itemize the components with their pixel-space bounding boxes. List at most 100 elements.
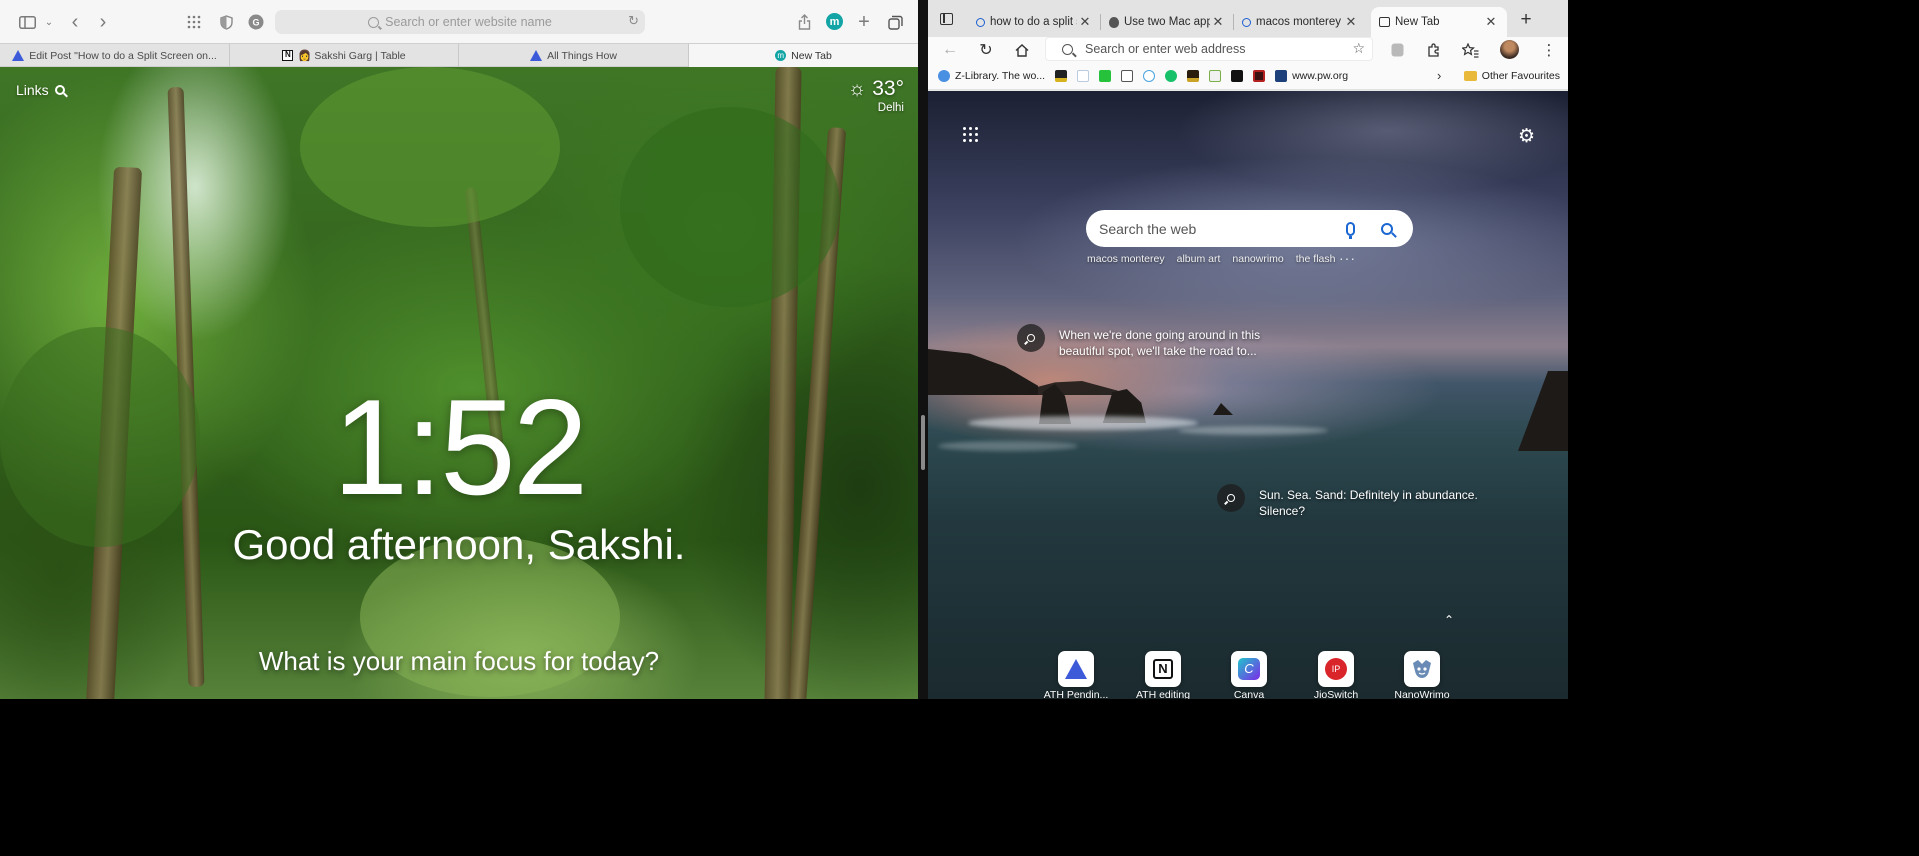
safari-tab-active[interactable]: m New Tab [689, 44, 918, 67]
surf [968, 416, 1198, 430]
close-tab-icon[interactable]: ✕ [1210, 14, 1226, 30]
notion-icon: N [1153, 659, 1173, 679]
bookmark-item[interactable] [1165, 69, 1178, 82]
bookmark-item[interactable] [1253, 69, 1266, 82]
home-icon[interactable] [1012, 39, 1032, 61]
split-view-divider[interactable] [918, 0, 928, 699]
bookmark-item[interactable]: Z-Library. The wo... [938, 69, 1046, 82]
trending-item[interactable]: macos monterey [1087, 253, 1165, 265]
tab-label: Edit Post "How to do a Split Screen on..… [29, 49, 217, 62]
image-hotspot[interactable]: When we're done going around in this bea… [1017, 324, 1260, 359]
close-tab-icon[interactable]: ✕ [1077, 14, 1093, 30]
search-favicon-icon [1242, 17, 1251, 27]
bookmark-item[interactable] [1121, 69, 1134, 82]
refresh-icon[interactable]: ↻ [976, 39, 996, 61]
more-trending-icon[interactable]: ··· [1339, 250, 1356, 266]
trending-item[interactable]: the flash [1296, 253, 1336, 265]
back-arrow-icon[interactable]: ← [940, 39, 960, 61]
reading-mode-icon[interactable] [1388, 39, 1406, 61]
bookmark-favicon-icon [1209, 69, 1222, 82]
profile-avatar[interactable] [1500, 40, 1519, 59]
bookmark-item[interactable]: www.pw.org [1275, 69, 1349, 82]
search-icon [368, 16, 380, 28]
bookmark-label: Z-Library. The wo... [955, 69, 1046, 82]
web-search-box[interactable]: Search the web [1086, 210, 1413, 247]
other-favourites[interactable]: Other Favourites [1463, 62, 1560, 90]
bookmark-favicon-icon [1055, 69, 1068, 82]
quick-link-ath-editing[interactable]: N [1145, 651, 1181, 687]
edge-address-bar[interactable]: Search or enter web address ☆ [1045, 37, 1373, 61]
close-tab-icon[interactable]: ✕ [1483, 14, 1499, 30]
bookmark-label: www.pw.org [1292, 69, 1349, 82]
edge-tab[interactable]: how to do a split s ✕ [968, 7, 1101, 37]
extensions-icon[interactable] [1424, 39, 1442, 61]
gear-icon[interactable]: ⚙ [1518, 125, 1535, 148]
weather-widget[interactable]: ☼ 33° Delhi [848, 77, 904, 114]
focus-prompt[interactable]: What is your main focus for today? [0, 646, 918, 677]
apple-favicon-icon [1109, 16, 1119, 28]
bookmark-item[interactable] [1231, 69, 1244, 82]
bookmark-item[interactable] [1187, 69, 1200, 82]
search-icon[interactable] [1381, 222, 1393, 235]
document-favicon-icon [1121, 69, 1134, 82]
favourites-icon[interactable] [1461, 39, 1479, 61]
tab-actions-icon[interactable] [940, 13, 953, 25]
image-hotspot[interactable]: Sun. Sea. Sand: Definitely in abundance.… [1217, 484, 1478, 519]
more-menu-icon[interactable]: ⋮ [1540, 39, 1558, 61]
surf [1178, 426, 1328, 435]
quick-link-nanowrimo[interactable] [1404, 651, 1440, 687]
close-tab-icon[interactable]: ✕ [1343, 14, 1359, 30]
bookmark-favicon-icon [1187, 69, 1200, 82]
edge-tab-bar: how to do a split s ✕ Use two Mac apps ✕… [928, 0, 1568, 37]
edge-tab[interactable]: Use two Mac apps ✕ [1101, 7, 1234, 37]
microphone-icon[interactable] [1346, 221, 1355, 239]
notion-favicon-icon [1231, 69, 1244, 82]
safari-tab[interactable]: All Things How [459, 44, 689, 67]
extension-icon[interactable]: G [247, 11, 265, 33]
chevron-down-icon[interactable]: ⌄ [42, 11, 56, 33]
search-icon[interactable] [54, 85, 65, 95]
trending-item[interactable]: nanowrimo [1232, 253, 1283, 265]
grid-icon[interactable] [185, 11, 203, 33]
trending-item[interactable]: album art [1177, 253, 1221, 265]
quick-link-canva[interactable]: C [1231, 651, 1267, 687]
links-button[interactable]: Links [16, 82, 65, 98]
quick-link-jioswitch[interactable]: IP [1318, 651, 1354, 687]
shield-icon[interactable] [217, 11, 235, 33]
sun-icon: ☼ [847, 77, 867, 100]
bookmark-item[interactable] [1209, 69, 1222, 82]
safari-tab-bar: Edit Post "How to do a Split Screen on..… [0, 43, 918, 67]
edge-tab[interactable]: macos monterey ✕ [1234, 7, 1367, 37]
edge-tab-active[interactable]: New Tab ✕ [1371, 7, 1507, 37]
bookmark-item[interactable] [1099, 69, 1112, 82]
surf [938, 441, 1078, 451]
back-icon[interactable]: ‹ [66, 11, 84, 33]
safari-toolbar: ⌄ ‹ › G Search or enter website name ↻ m… [0, 0, 918, 43]
safari-tab[interactable]: N 👩 Sakshi Garg | Table [230, 44, 459, 67]
hotspot-line: Sun. Sea. Sand: Definitely in abundance. [1259, 488, 1478, 502]
bookmark-item[interactable] [1077, 69, 1090, 82]
chevron-up-icon[interactable]: ⌃ [1444, 613, 1454, 627]
forward-icon[interactable]: › [94, 11, 112, 33]
share-icon[interactable] [795, 11, 813, 33]
quick-link-ath-pending[interactable] [1058, 651, 1094, 687]
sidebar-toggle-icon[interactable] [16, 11, 38, 33]
bookmark-item[interactable] [1055, 69, 1068, 82]
chevron-right-icon[interactable]: › [1437, 68, 1441, 83]
svg-text:G: G [252, 18, 259, 28]
screen: ⌄ ‹ › G Search or enter website name ↻ m… [0, 0, 1568, 699]
safari-tab[interactable]: Edit Post "How to do a Split Screen on..… [0, 44, 230, 67]
hotspot-text: Sun. Sea. Sand: Definitely in abundance.… [1259, 487, 1478, 519]
safari-address-bar[interactable]: Search or enter website name ↻ [275, 10, 645, 34]
rock [1213, 403, 1233, 415]
canva-icon: C [1238, 658, 1260, 680]
app-launcher-icon[interactable] [963, 127, 979, 143]
divider-handle[interactable] [921, 415, 925, 470]
add-favourite-icon[interactable]: ☆ [1352, 40, 1365, 57]
profile-avatar[interactable]: m [826, 13, 843, 30]
new-tab-icon[interactable]: + [855, 11, 873, 33]
tab-overview-icon[interactable] [886, 11, 904, 33]
new-tab-icon[interactable]: + [1516, 9, 1536, 31]
bookmark-item[interactable] [1143, 69, 1156, 82]
reload-icon[interactable]: ↻ [628, 13, 639, 29]
